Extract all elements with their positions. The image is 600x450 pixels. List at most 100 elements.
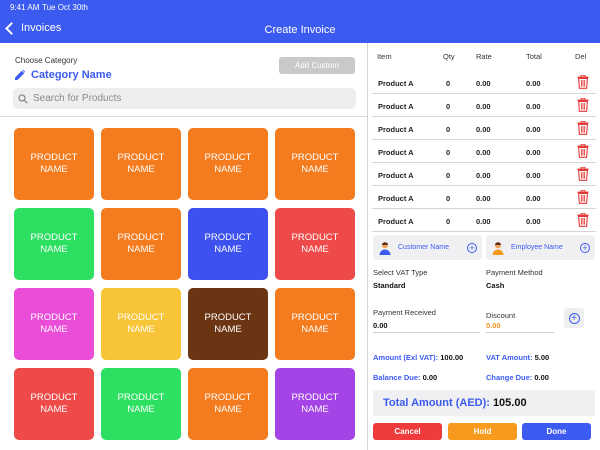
search-icon xyxy=(18,93,28,104)
add-employee-icon[interactable]: + xyxy=(580,242,590,253)
add-discount-button[interactable]: + xyxy=(564,308,584,328)
row-rate[interactable]: 0.00 xyxy=(476,217,491,226)
row-item: Product A xyxy=(378,148,414,157)
product-tile[interactable]: PRODUCT NAME xyxy=(275,208,355,280)
row-rate[interactable]: 0.00 xyxy=(476,194,491,203)
employee-avatar-icon xyxy=(492,241,504,255)
product-tile[interactable]: PRODUCT NAME xyxy=(14,368,94,440)
change-due-label: Change Due: xyxy=(486,373,533,382)
product-tile[interactable]: PRODUCT NAME xyxy=(14,288,94,360)
trash-icon[interactable] xyxy=(577,120,589,137)
search-input[interactable] xyxy=(33,93,333,104)
payment-received-input[interactable]: 0.00 xyxy=(373,321,388,330)
trash-icon[interactable] xyxy=(577,97,589,114)
row-total: 0.00 xyxy=(526,79,541,88)
discount-underline xyxy=(486,332,554,333)
row-qty[interactable]: 0 xyxy=(446,194,450,203)
row-rate[interactable]: 0.00 xyxy=(476,102,491,111)
trash-icon[interactable] xyxy=(577,74,589,91)
vat-amount-label: VAT Amount: xyxy=(486,353,533,362)
trash-icon[interactable] xyxy=(577,166,589,183)
invoice-items: Product A 0 0.00 0.00 Product A 0 0.00 0.00 Prod… xyxy=(372,71,596,232)
product-tile[interactable]: PRODUCT NAME xyxy=(275,368,355,440)
product-tile[interactable]: PRODUCT NAME xyxy=(188,368,268,440)
row-total: 0.00 xyxy=(526,171,541,180)
product-grid: PRODUCT NAME PRODUCT NAME PRODUCT NAME PROD… xyxy=(14,128,355,440)
search-bar xyxy=(13,88,356,109)
divider xyxy=(0,116,367,117)
balance-due-label: Balance Due: xyxy=(373,373,421,382)
row-item: Product A xyxy=(378,102,414,111)
plus-icon: + xyxy=(568,312,580,324)
row-item: Product A xyxy=(378,125,414,134)
change-due-value: 0.00 xyxy=(534,373,549,382)
header-rate: Rate xyxy=(476,52,492,61)
vat-type-select[interactable]: Standard xyxy=(373,281,406,290)
header-item: Item xyxy=(377,52,392,61)
row-rate[interactable]: 0.00 xyxy=(476,171,491,180)
pencil-icon xyxy=(15,70,25,80)
product-tile[interactable]: PRODUCT NAME xyxy=(101,208,181,280)
table-row: Product A 0 0.00 0.00 xyxy=(372,209,596,232)
product-tile[interactable]: PRODUCT NAME xyxy=(188,208,268,280)
add-customer-icon[interactable]: + xyxy=(467,242,477,253)
row-total: 0.00 xyxy=(526,194,541,203)
row-rate[interactable]: 0.00 xyxy=(476,79,491,88)
table-row: Product A 0 0.00 0.00 xyxy=(372,140,596,163)
vat-type-label: Select VAT Type xyxy=(373,268,428,277)
row-qty[interactable]: 0 xyxy=(446,102,450,111)
customer-selector[interactable]: Customer Name + xyxy=(373,235,482,260)
product-panel: Choose Category Category Name Add Custom… xyxy=(0,43,367,450)
category-selector[interactable]: Category Name xyxy=(15,69,112,81)
row-qty[interactable]: 0 xyxy=(446,79,450,88)
product-tile[interactable]: PRODUCT NAME xyxy=(275,288,355,360)
row-item: Product A xyxy=(378,217,414,226)
done-button[interactable]: Done xyxy=(522,423,591,440)
discount-label: Discount xyxy=(486,311,516,320)
table-row: Product A 0 0.00 0.00 xyxy=(372,186,596,209)
balance-due-value: 0.00 xyxy=(422,373,438,382)
hold-button[interactable]: Hold xyxy=(448,423,517,440)
row-qty[interactable]: 0 xyxy=(446,171,450,180)
row-qty[interactable]: 0 xyxy=(446,217,450,226)
product-tile[interactable]: PRODUCT NAME xyxy=(14,128,94,200)
change-due: Change Due: 0.00 xyxy=(486,373,549,382)
total-amount-label: Total Amount (AED): xyxy=(383,397,490,409)
vat-amount-value: 5.00 xyxy=(534,353,550,362)
amount-excl-vat-label: Amount (Exl VAT): xyxy=(373,353,439,362)
product-tile[interactable]: PRODUCT NAME xyxy=(101,128,181,200)
product-tile[interactable]: PRODUCT NAME xyxy=(101,288,181,360)
product-tile[interactable]: PRODUCT NAME xyxy=(14,208,94,280)
cancel-button[interactable]: Cancel xyxy=(373,423,442,440)
table-row: Product A 0 0.00 0.00 xyxy=(372,71,596,94)
payment-method-label: Payment Method xyxy=(486,268,543,277)
add-custom-button[interactable]: Add Custom xyxy=(279,57,355,74)
row-total: 0.00 xyxy=(526,217,541,226)
category-name: Category Name xyxy=(31,69,112,81)
payment-method-select[interactable]: Cash xyxy=(486,281,504,290)
product-tile[interactable]: PRODUCT NAME xyxy=(188,128,268,200)
trash-icon[interactable] xyxy=(577,143,589,160)
status-time: 9:41 AM xyxy=(10,3,40,12)
employee-selector[interactable]: Employee Name + xyxy=(486,235,595,260)
trash-icon[interactable] xyxy=(577,212,589,229)
row-total: 0.00 xyxy=(526,125,541,134)
table-row: Product A 0 0.00 0.00 xyxy=(372,94,596,117)
row-item: Product A xyxy=(378,79,414,88)
employee-name: Employee Name xyxy=(511,244,563,251)
total-amount-value: 105.00 xyxy=(492,397,527,409)
discount-input[interactable]: 0.00 xyxy=(486,321,501,330)
header-del: Del xyxy=(575,52,587,61)
total-amount-box: Total Amount (AED): 105.00 xyxy=(373,390,595,416)
row-total: 0.00 xyxy=(526,148,541,157)
row-qty[interactable]: 0 xyxy=(446,125,450,134)
product-tile[interactable]: PRODUCT NAME xyxy=(275,128,355,200)
status-date: Tue Oct 30th xyxy=(42,3,88,12)
trash-icon[interactable] xyxy=(577,189,589,206)
product-tile[interactable]: PRODUCT NAME xyxy=(188,288,268,360)
row-rate[interactable]: 0.00 xyxy=(476,148,491,157)
row-rate[interactable]: 0.00 xyxy=(476,125,491,134)
row-qty[interactable]: 0 xyxy=(446,148,450,157)
product-tile[interactable]: PRODUCT NAME xyxy=(101,368,181,440)
table-row: Product A 0 0.00 0.00 xyxy=(372,163,596,186)
